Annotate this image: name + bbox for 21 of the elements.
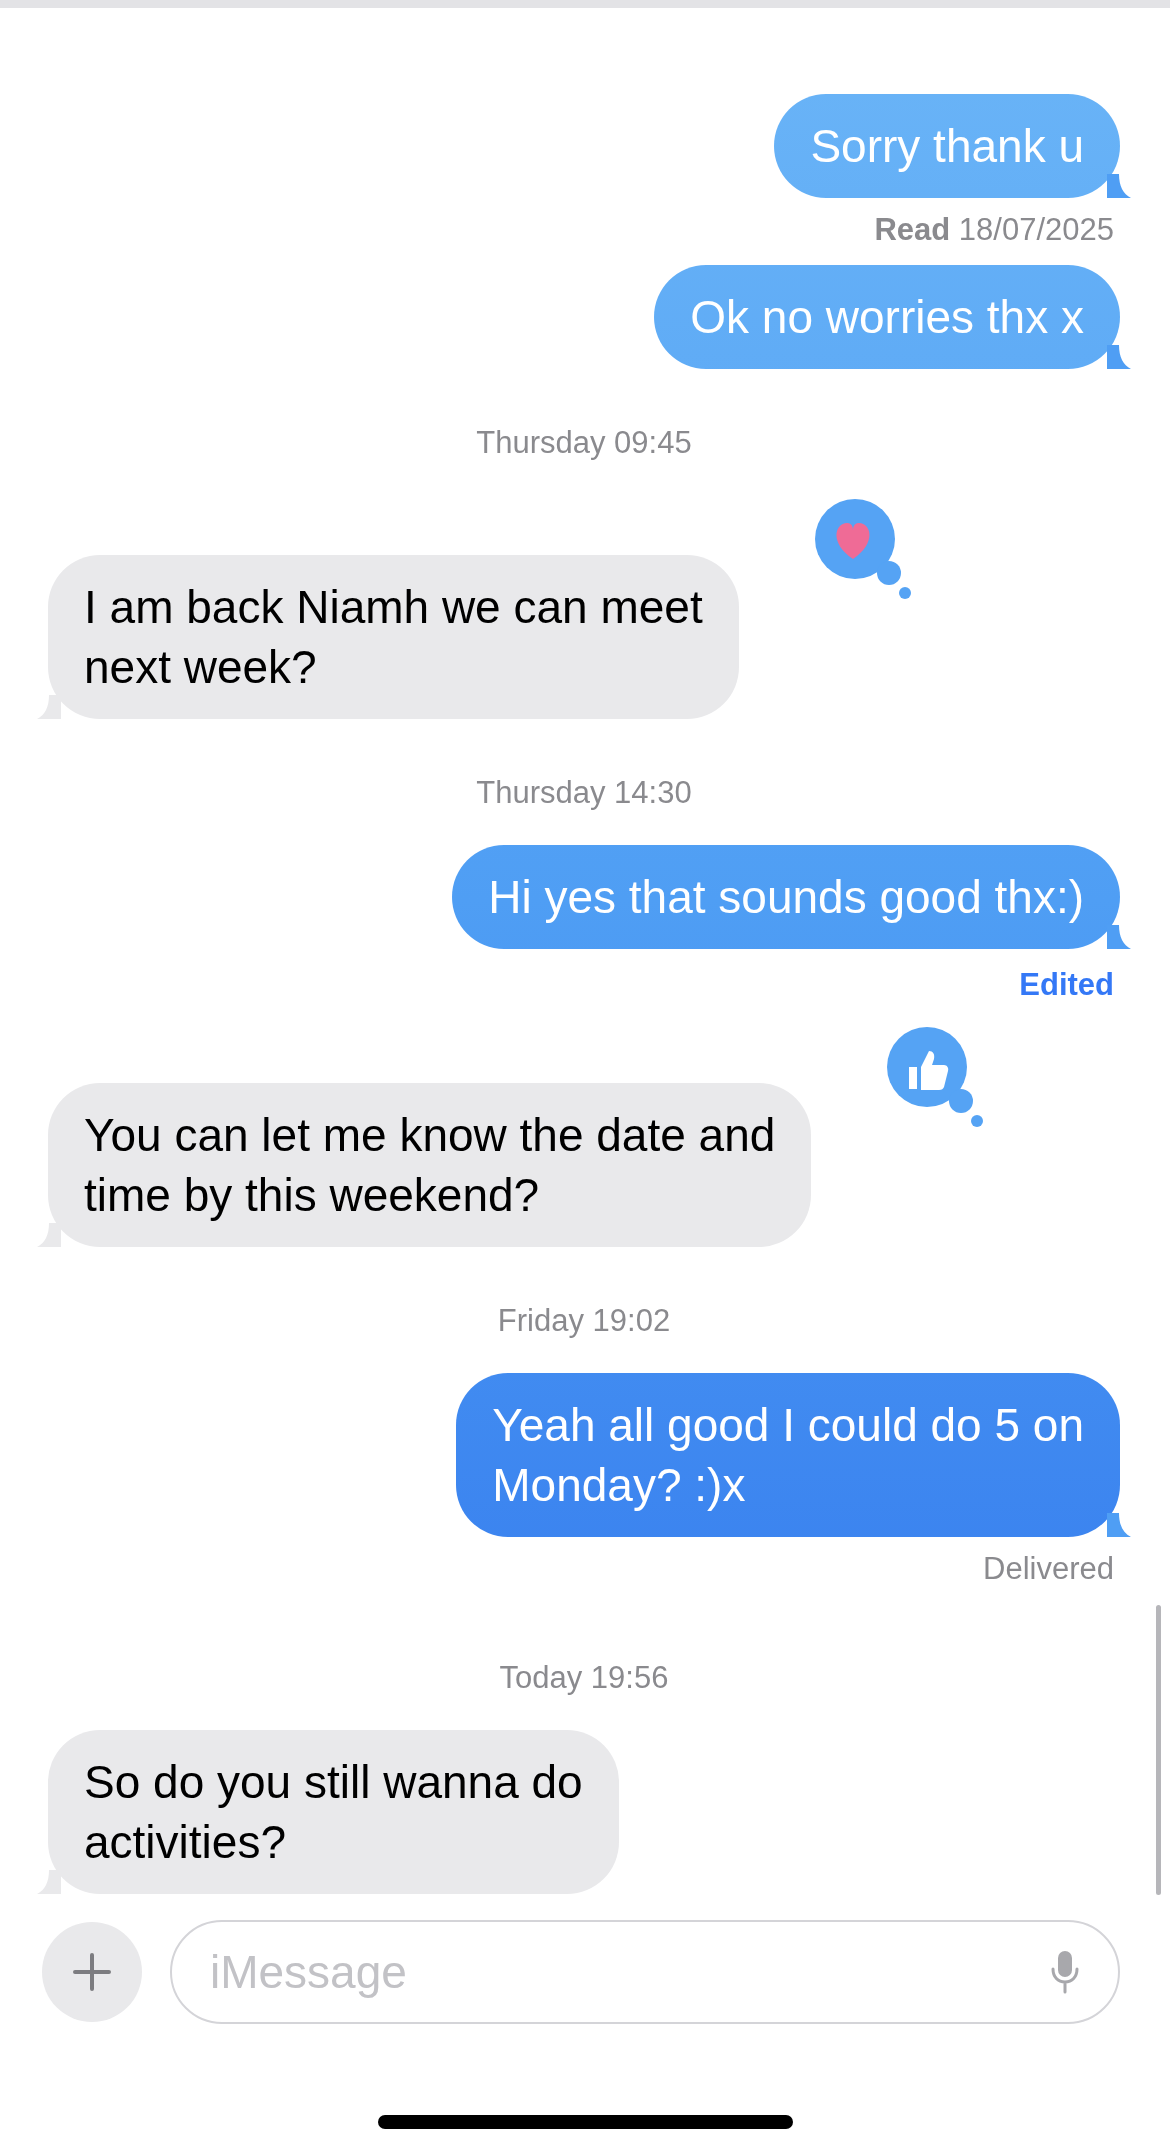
received-message-bubble[interactable]: So do you still wanna do activities? — [48, 1730, 619, 1894]
bubble-tail — [1107, 345, 1131, 369]
bubble-tail — [1107, 925, 1131, 949]
edited-link[interactable]: Edited — [1019, 967, 1114, 1003]
bubble-tail — [1107, 174, 1131, 198]
message-field[interactable]: iMessage — [170, 1920, 1120, 2024]
microphone-icon — [1050, 1949, 1080, 1995]
sent-message-bubble[interactable]: Sorry thank u — [774, 94, 1120, 198]
timestamp: Thursday 14:30 — [476, 775, 692, 811]
timestamp: Thursday 09:45 — [476, 425, 692, 461]
bubble-tail — [1107, 1513, 1131, 1537]
timestamp: Friday 19:02 — [497, 1303, 671, 1339]
message-status: Read 18/07/2025 — [874, 212, 1114, 248]
message-status: Delivered — [983, 1551, 1114, 1587]
plus-icon — [73, 1953, 111, 1991]
sent-message-bubble[interactable]: Yeah all good I could do 5 on Monday? :)x — [456, 1373, 1120, 1537]
received-message-bubble[interactable]: I am back Niamh we can meet next week? — [48, 555, 739, 719]
sent-message-bubble[interactable]: Hi yes that sounds good thx:) — [452, 845, 1120, 949]
sent-message-bubble[interactable]: Ok no worries thx x — [654, 265, 1120, 369]
timestamp: Today 19:56 — [499, 1660, 669, 1696]
received-message-bubble[interactable]: You can let me know the date and time by this weekend? — [48, 1083, 812, 1247]
